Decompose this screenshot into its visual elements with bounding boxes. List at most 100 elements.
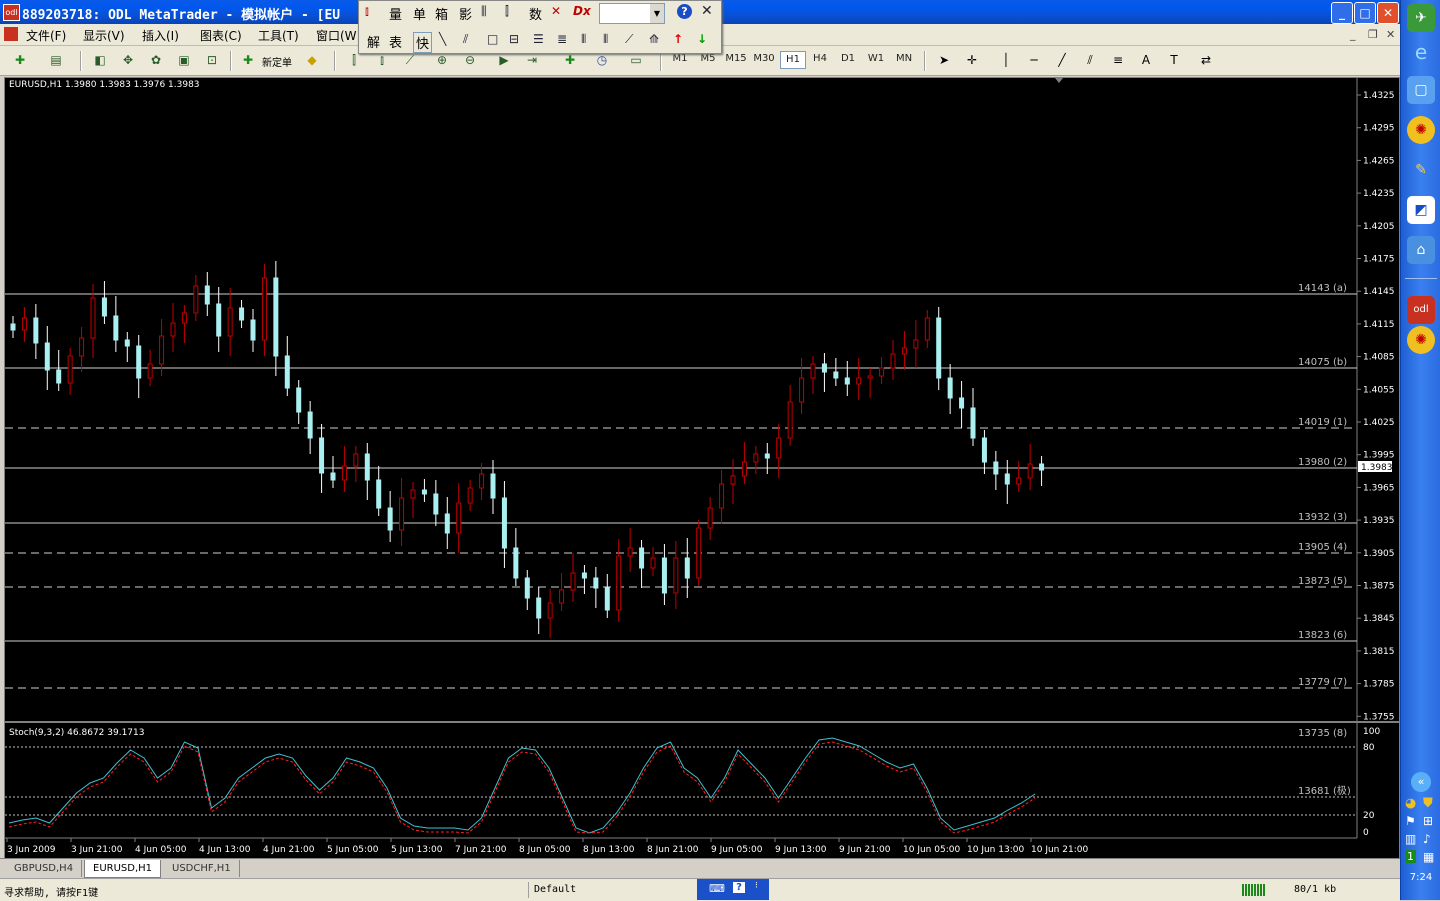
- gann-line-icon[interactable]: ⟋: [625, 32, 633, 47]
- float-btn-shadow[interactable]: 影: [459, 4, 472, 23]
- metatrader-task-icon[interactable]: odl: [1407, 296, 1435, 324]
- float-btn-table[interactable]: 表: [389, 32, 402, 51]
- market-watch-icon[interactable]: ◧: [90, 51, 110, 69]
- timeframe-h4[interactable]: H4: [808, 53, 832, 64]
- app-icon[interactable]: odl: [3, 4, 20, 21]
- float-btn-data[interactable]: 数: [529, 4, 542, 23]
- antivirus-icon[interactable]: ⚑: [1405, 814, 1416, 828]
- timeframe-m15[interactable]: M15: [724, 53, 748, 64]
- qq-icon[interactable]: ◕: [1405, 796, 1416, 811]
- app-shortcut-icon[interactable]: ✺: [1407, 116, 1435, 144]
- new-chart-icon[interactable]: ✚: [10, 51, 30, 69]
- fibonacci-icon[interactable]: ≡: [1108, 51, 1128, 69]
- network-icon[interactable]: ⊞: [1423, 814, 1433, 828]
- checker-icon[interactable]: ◩: [1407, 196, 1435, 224]
- crosshair-icon[interactable]: ✛: [962, 51, 982, 69]
- ie-icon[interactable]: e: [1407, 38, 1435, 66]
- maximize-button[interactable]: □: [1354, 2, 1376, 24]
- close-button[interactable]: ✕: [1377, 2, 1399, 24]
- timeframe-m1[interactable]: M1: [668, 53, 692, 64]
- task-app-icon[interactable]: ✺: [1407, 326, 1435, 354]
- disk-icon[interactable]: ▥: [1405, 832, 1416, 846]
- arrow-down-icon[interactable]: ↓: [697, 32, 707, 46]
- chevron-down-icon[interactable]: ▼: [650, 4, 664, 23]
- new-order-button[interactable]: 新定单: [262, 54, 292, 69]
- display-icon[interactable]: ▦: [1423, 850, 1434, 864]
- profiles-icon[interactable]: ▤: [46, 51, 66, 69]
- menu-insert[interactable]: 插入(I): [142, 27, 179, 44]
- timeframe-d1[interactable]: D1: [836, 53, 860, 64]
- mdi-child-icon[interactable]: [4, 27, 18, 41]
- strategy-tester-icon[interactable]: ⊡: [202, 51, 222, 69]
- cross-tool-icon[interactable]: ✕: [551, 4, 561, 18]
- equidistant-channel-icon[interactable]: ⫽: [1080, 51, 1100, 69]
- candles-icon[interactable]: ⫾: [365, 4, 369, 19]
- tab-eurusd-h1[interactable]: EURUSD,H1: [84, 860, 162, 878]
- pencil-icon[interactable]: ✎: [1407, 156, 1435, 184]
- line-tool-icon[interactable]: ╲: [439, 32, 446, 46]
- float-combo-box[interactable]: ▼: [599, 3, 665, 24]
- window-icon[interactable]: ▢: [1407, 76, 1435, 104]
- timeframe-mn[interactable]: MN: [892, 53, 916, 64]
- time-label: 9 Jun 13:00: [775, 845, 827, 855]
- timeframe-h1[interactable]: H1: [780, 51, 806, 69]
- mdi-close-button[interactable]: ✕: [1386, 28, 1395, 41]
- timeframe-m5[interactable]: M5: [696, 53, 720, 64]
- menu-file[interactable]: 文件(F): [26, 27, 66, 44]
- gann-grid-icon[interactable]: ⦀: [581, 32, 586, 47]
- arrows-icon[interactable]: ⇄: [1196, 51, 1216, 69]
- arrow-up-icon[interactable]: ↑: [673, 32, 683, 46]
- help-icon[interactable]: ?: [677, 4, 692, 19]
- histogram-icon[interactable]: ⫼: [481, 4, 487, 19]
- parallel-lines-icon[interactable]: ⫽: [463, 32, 468, 47]
- home-icon[interactable]: ⌂: [1407, 236, 1435, 264]
- mdi-restore-button[interactable]: ❐: [1368, 28, 1378, 41]
- float-close-icon[interactable]: ✕: [701, 3, 713, 19]
- chart-window[interactable]: 1.4325 1.4295 1.4265 1.4235 1.4205 1.4175 1.41…: [4, 77, 1400, 860]
- tray-app-icon[interactable]: 1: [1405, 850, 1416, 863]
- fib-retracement-icon[interactable]: ☰: [533, 32, 544, 46]
- data-window-icon[interactable]: ▣: [174, 51, 194, 69]
- rectangle-icon[interactable]: □: [487, 32, 498, 46]
- menu-view[interactable]: 显示(V): [83, 27, 125, 44]
- terminal-icon[interactable]: ✿: [146, 51, 166, 69]
- float-btn-box[interactable]: 箱: [435, 4, 448, 23]
- ime-help-icon[interactable]: ?: [733, 882, 745, 893]
- mdi-minimize-button[interactable]: _: [1350, 28, 1356, 41]
- keyboard-icon[interactable]: ⌨: [709, 882, 725, 895]
- trendline-icon[interactable]: ╱: [1052, 51, 1072, 69]
- volume-icon[interactable]: ♪: [1423, 832, 1431, 846]
- bars-icon[interactable]: ⫿: [505, 4, 509, 19]
- lang-options-icon[interactable]: ⁝: [755, 881, 758, 891]
- tab-gbpusd-h4[interactable]: GBPUSD,H4: [6, 860, 83, 877]
- navigator-icon[interactable]: ✥: [118, 51, 138, 69]
- cursor-icon[interactable]: ➤: [934, 51, 954, 69]
- vertical-line-icon[interactable]: │: [996, 51, 1016, 69]
- text-icon[interactable]: A: [1136, 51, 1156, 69]
- price-chart[interactable]: 1.4325 1.4295 1.4265 1.4235 1.4205 1.4175 1.41…: [5, 78, 1399, 859]
- float-btn-fast[interactable]: 快: [413, 32, 433, 53]
- dx-icon[interactable]: Dx: [573, 4, 591, 18]
- menu-charts[interactable]: 图表(C): [200, 27, 242, 44]
- cycle-lines-icon[interactable]: ⦀: [603, 32, 608, 47]
- menu-window[interactable]: 窗口(W: [316, 27, 357, 44]
- tray-expand-icon[interactable]: «: [1411, 772, 1431, 792]
- text-label-icon[interactable]: T: [1164, 51, 1184, 69]
- float-btn-order[interactable]: 单: [413, 4, 426, 23]
- tab-usdchf-h1[interactable]: USDCHF,H1: [164, 860, 240, 877]
- expert-advisors-icon[interactable]: ◆: [302, 51, 322, 69]
- start-button[interactable]: ✈: [1407, 4, 1435, 32]
- horizontal-line-icon[interactable]: ─: [1024, 51, 1044, 69]
- timeframe-m30[interactable]: M30: [752, 53, 776, 64]
- gann-fan-icon[interactable]: ⟰: [649, 32, 659, 46]
- new-order-icon[interactable]: ✚: [238, 51, 258, 69]
- menu-tools[interactable]: 工具(T): [258, 27, 299, 44]
- minimize-button[interactable]: _: [1331, 2, 1353, 24]
- language-bar[interactable]: ⌨ ? ⁝: [697, 879, 769, 900]
- float-btn-solve[interactable]: 解: [367, 32, 380, 51]
- fib-extension-icon[interactable]: ≣: [557, 32, 567, 46]
- security-shield-icon[interactable]: ⛊: [1423, 796, 1433, 811]
- float-btn-volume[interactable]: 量: [389, 4, 402, 23]
- timeframe-w1[interactable]: W1: [864, 53, 888, 64]
- channel-icon[interactable]: ⊟: [509, 32, 519, 46]
